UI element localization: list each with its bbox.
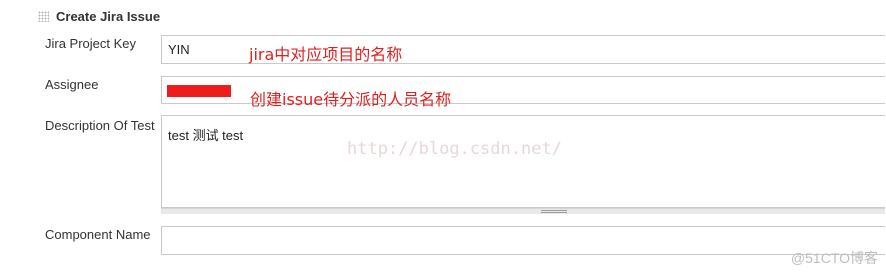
assignee-label: Assignee: [45, 77, 99, 92]
project-key-label: Jira Project Key: [45, 36, 137, 51]
jira-config-panel: Create Jira Issue Jira Project Key YIN j…: [0, 0, 886, 276]
component-input[interactable]: [161, 226, 885, 255]
textarea-resize-bar[interactable]: [161, 208, 885, 214]
blog-watermark: http://blog.csdn.net/: [347, 139, 562, 159]
section-header: Create Jira Issue: [38, 9, 160, 24]
assignee-annotation: 创建issue待分派的人员名称: [250, 90, 452, 109]
description-value: test 测试 test: [168, 128, 244, 143]
project-key-value: YIN: [168, 42, 190, 57]
description-textarea[interactable]: test 测试 test: [161, 115, 885, 208]
corner-watermark: @51CTO博客: [790, 250, 878, 266]
description-label: Description Of Test: [45, 118, 155, 133]
section-title: Create Jira Issue: [56, 9, 161, 24]
redacted-assignee: [167, 85, 231, 97]
project-key-annotation: jira中对应项目的名称: [249, 45, 403, 64]
drag-handle-icon[interactable]: [38, 11, 49, 22]
resize-grip-icon[interactable]: [541, 210, 567, 213]
component-label: Component Name: [45, 227, 151, 242]
